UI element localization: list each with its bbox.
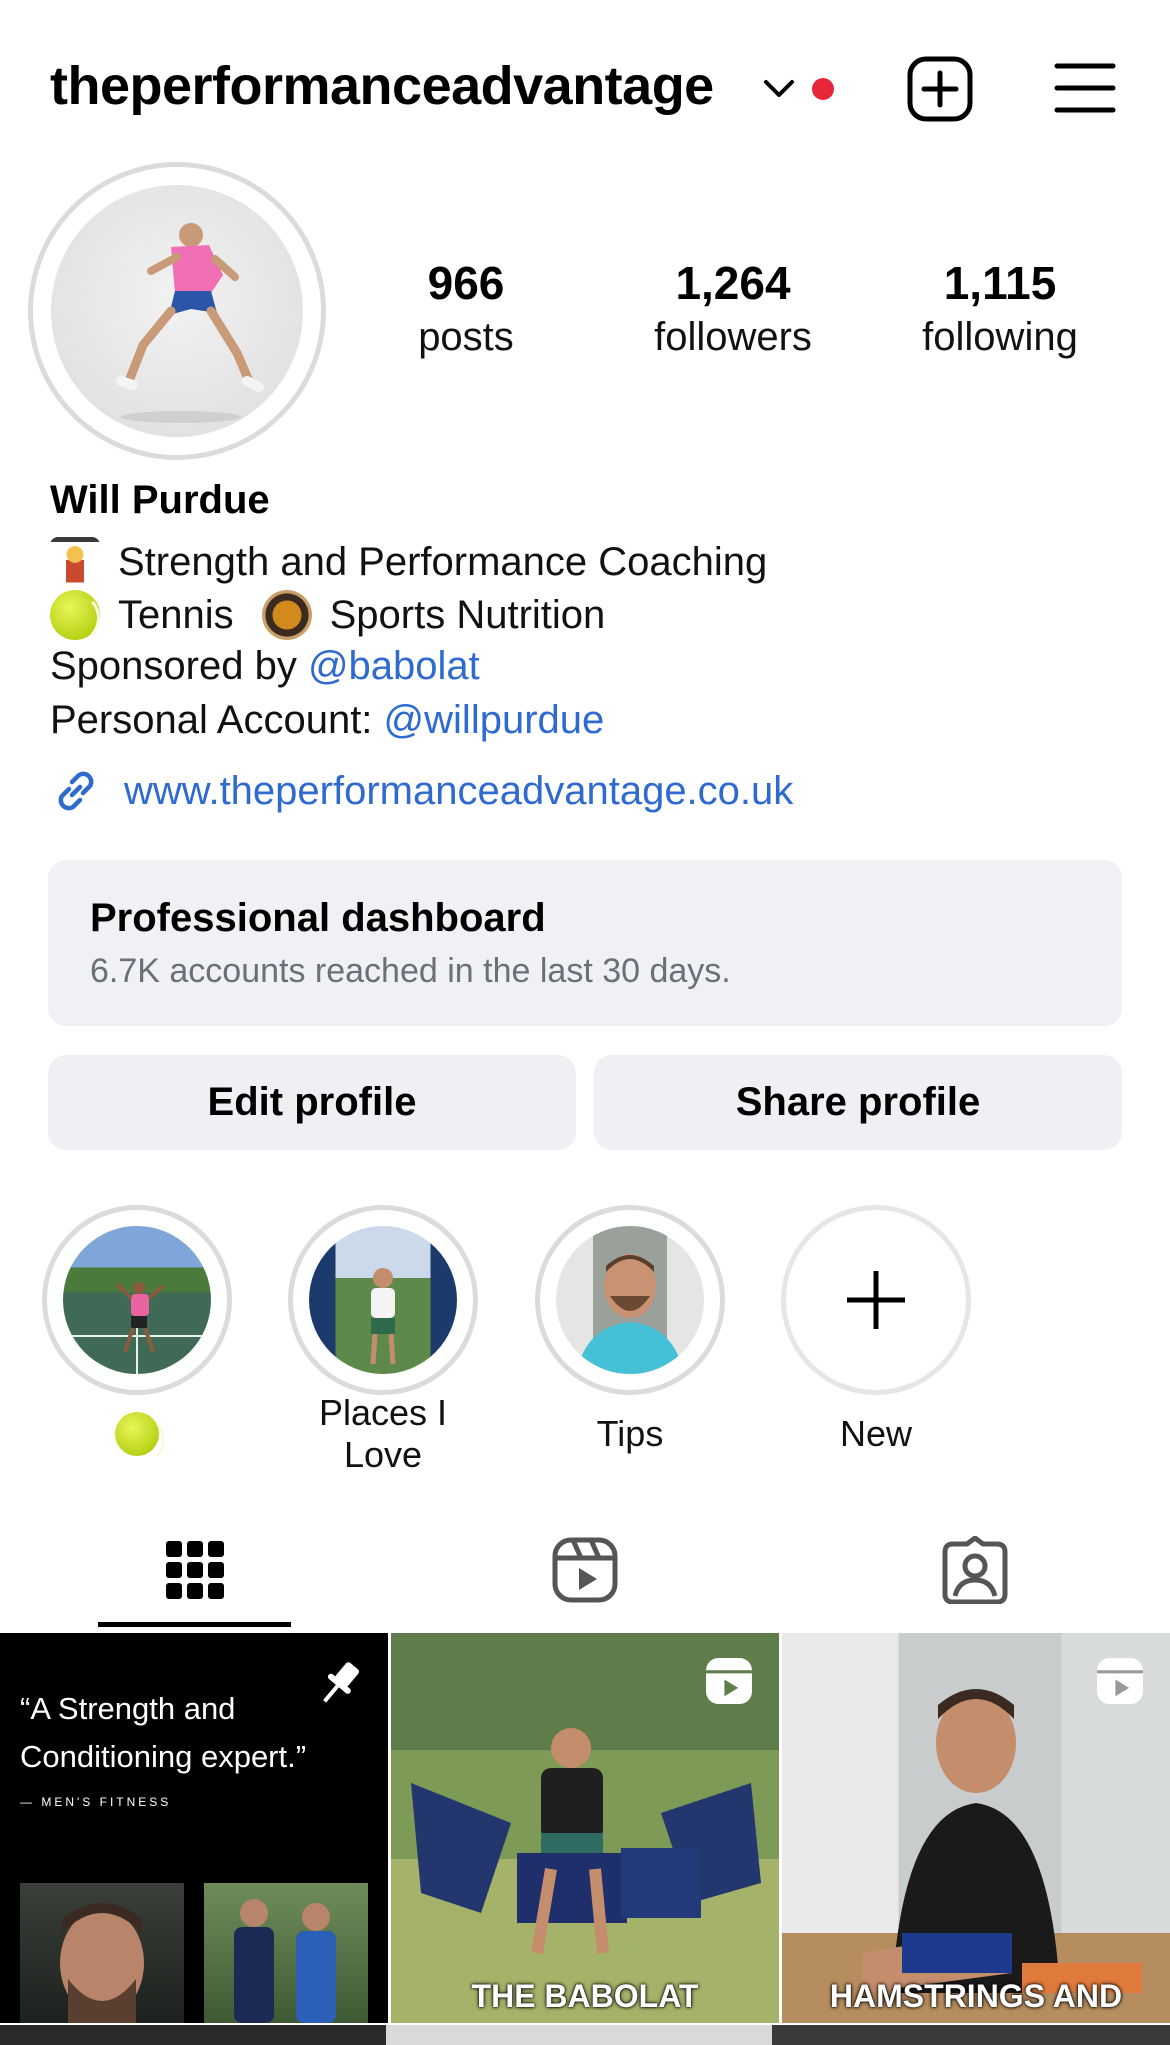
sponsored-prefix: Sponsored by xyxy=(50,644,308,688)
new-highlight-circle xyxy=(781,1205,971,1395)
website-link[interactable]: www.theperformanceadvantage.co.uk xyxy=(124,769,793,814)
sponsor-mention-link[interactable]: @babolat xyxy=(308,644,480,689)
new-highlight-button[interactable]: New xyxy=(781,1205,971,1459)
post-caption: HAMSTRINGS AND xyxy=(829,1978,1123,2014)
tennis-ball-icon xyxy=(50,590,100,642)
next-row-posts[interactable] xyxy=(0,2025,1170,2045)
share-profile-button[interactable]: Share profile xyxy=(594,1055,1122,1150)
post-reel-hamstrings[interactable]: HAMSTRINGS AND xyxy=(782,1633,1170,2023)
reel-indicator-icon xyxy=(1097,1658,1143,1704)
post-photo-portrait xyxy=(20,1883,184,2023)
bio-line-tennis: Tennis Sports Nutrition xyxy=(50,590,606,642)
highlight-tips[interactable]: Tips xyxy=(535,1205,725,1459)
weightlifter-icon xyxy=(50,537,100,587)
personal-account-link[interactable]: @willpurdue xyxy=(384,698,605,743)
highlight-cover xyxy=(288,1205,478,1395)
followers-label: followers xyxy=(654,315,812,359)
highlight-label: Tips xyxy=(596,1413,664,1454)
edit-profile-button[interactable]: Edit profile xyxy=(48,1055,576,1150)
followers-stat[interactable]: 1,264 followers xyxy=(613,255,853,363)
tab-tagged[interactable] xyxy=(780,1510,1170,1630)
tab-reels[interactable] xyxy=(390,1510,780,1630)
highlight-cover xyxy=(535,1205,725,1395)
following-count: 1,115 xyxy=(943,257,1057,309)
posts-count: 966 xyxy=(427,257,505,309)
dashboard-subtitle: 6.7K accounts reached in the last 30 day… xyxy=(90,952,731,990)
profile-avatar[interactable] xyxy=(28,162,326,460)
avatar-photo xyxy=(51,185,303,437)
post-quote: “A Strength and Conditioning expert.” xyxy=(20,1691,307,1774)
highlight-tennis[interactable] xyxy=(42,1205,232,1464)
food-bowl-icon xyxy=(261,590,312,640)
username[interactable]: theperformanceadvantage xyxy=(50,55,714,117)
bio-line-sponsored: Sponsored by @babolat xyxy=(50,644,480,689)
active-tab-indicator xyxy=(98,1622,291,1627)
reel-indicator-icon xyxy=(706,1658,752,1704)
followers-count: 1,264 xyxy=(675,257,791,309)
following-label: following xyxy=(922,315,1078,359)
highlight-label: New xyxy=(839,1413,913,1454)
highlight-label: Places I Love xyxy=(318,1392,448,1475)
tagged-person-icon xyxy=(942,1536,1008,1604)
highlight-cover xyxy=(42,1205,232,1395)
post-quote-source: — MEN'S FITNESS xyxy=(20,1795,172,1809)
posts-stat[interactable]: 966 posts xyxy=(346,255,586,363)
website-row[interactable]: www.theperformanceadvantage.co.uk xyxy=(50,765,793,817)
post-photo-duo xyxy=(204,1883,368,2023)
post-pinned[interactable]: “A Strength and Conditioning expert.” — … xyxy=(0,1633,388,2023)
posts-label: posts xyxy=(418,315,514,359)
create-post-icon[interactable] xyxy=(906,55,974,123)
link-icon xyxy=(58,771,94,811)
highlight-places-i-love[interactable]: Places I Love xyxy=(288,1205,478,1475)
reels-icon xyxy=(552,1537,618,1603)
bio-coaching-text: Strength and Performance Coaching xyxy=(118,539,768,584)
profile-header: theperformanceadvantage xyxy=(0,0,1170,170)
dashboard-title: Professional dashboard xyxy=(90,896,546,940)
menu-icon[interactable] xyxy=(1053,60,1117,116)
highlight-photo xyxy=(556,1226,704,1374)
bio-tennis-text: Tennis xyxy=(118,592,234,637)
bio-nutrition-text: Sports Nutrition xyxy=(329,592,606,637)
pin-icon xyxy=(323,1662,360,1703)
following-stat[interactable]: 1,115 following xyxy=(880,255,1120,363)
post-reel-babolat[interactable]: THE BABOLAT xyxy=(391,1633,779,2023)
tennis-ball-icon xyxy=(115,1412,165,1464)
profile-tabs xyxy=(0,1510,1170,1630)
highlight-photo xyxy=(309,1226,457,1374)
professional-dashboard[interactable]: Professional dashboard 6.7K accounts rea… xyxy=(48,860,1122,1026)
plus-icon xyxy=(847,1271,905,1329)
post-caption: THE BABOLAT xyxy=(471,1978,699,2014)
bio-line-personal: Personal Account: @willpurdue xyxy=(50,698,604,743)
notification-dot xyxy=(812,78,834,100)
personal-prefix: Personal Account: xyxy=(50,698,384,742)
chevron-down-icon[interactable] xyxy=(762,74,796,104)
grid-icon xyxy=(166,1541,224,1599)
highlight-label xyxy=(42,1409,232,1464)
tab-posts-grid[interactable] xyxy=(0,1510,390,1630)
profile-name: Will Purdue xyxy=(50,478,270,522)
highlight-photo xyxy=(63,1226,211,1374)
bio-line-coaching: Strength and Performance Coaching xyxy=(50,537,767,587)
